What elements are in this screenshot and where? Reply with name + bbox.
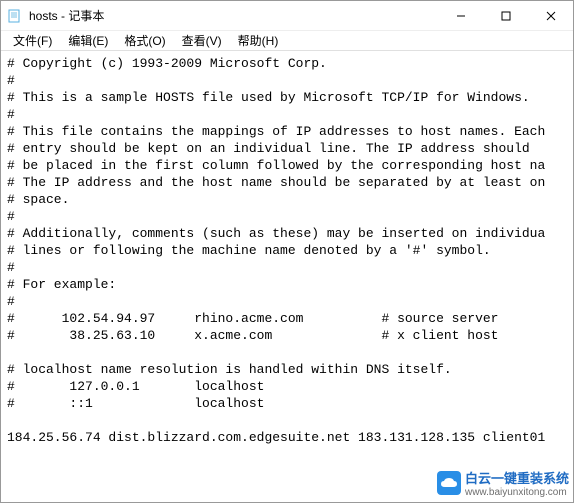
- menu-file[interactable]: 文件(F): [5, 30, 60, 51]
- watermark: 白云一键重装系统 www.baiyunxitong.com: [437, 468, 569, 498]
- cloud-icon: [437, 471, 461, 495]
- maximize-button[interactable]: [483, 1, 528, 30]
- text-editor-area[interactable]: # Copyright (c) 1993-2009 Microsoft Corp…: [1, 51, 573, 502]
- titlebar: hosts - 记事本: [1, 1, 573, 31]
- app-icon: [7, 8, 23, 24]
- menu-edit[interactable]: 编辑(E): [60, 30, 116, 51]
- window-controls: [438, 1, 573, 30]
- menu-format[interactable]: 格式(O): [116, 30, 173, 51]
- menu-help[interactable]: 帮助(H): [230, 30, 287, 51]
- menubar: 文件(F) 编辑(E) 格式(O) 查看(V) 帮助(H): [1, 31, 573, 51]
- watermark-text-group: 白云一键重装系统 www.baiyunxitong.com: [465, 468, 569, 498]
- minimize-button[interactable]: [438, 1, 483, 30]
- close-button[interactable]: [528, 1, 573, 30]
- notepad-window: hosts - 记事本 文件(F) 编辑(E) 格式(O) 查看(V) 帮助(H…: [0, 0, 574, 503]
- window-title: hosts - 记事本: [29, 7, 438, 24]
- watermark-text: 白云一键重装系统: [465, 468, 569, 487]
- watermark-url: www.baiyunxitong.com: [465, 487, 569, 498]
- menu-view[interactable]: 查看(V): [174, 30, 230, 51]
